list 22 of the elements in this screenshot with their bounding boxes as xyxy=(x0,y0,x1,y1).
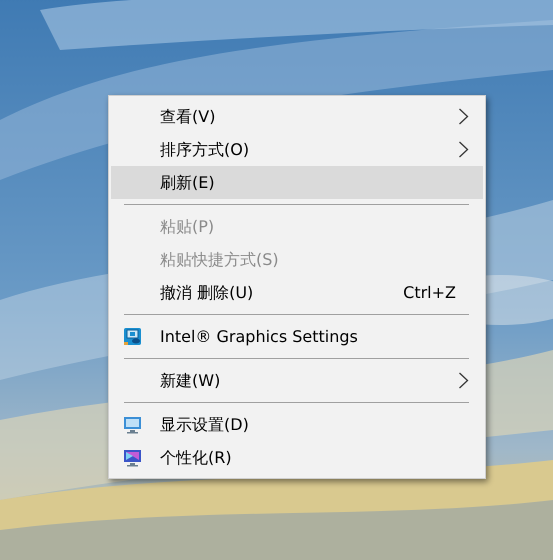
menu-item-label: 排序方式(O) xyxy=(160,138,250,160)
menu-item-label: 新建(W) xyxy=(160,370,220,392)
graphics-settings-icon xyxy=(123,327,142,346)
menu-item-label: 查看(V) xyxy=(160,106,216,128)
menu-item[interactable]: 个性化(R) xyxy=(111,441,483,474)
menu-item-label: Intel® Graphics Settings xyxy=(160,326,358,348)
menu-item[interactable]: 排序方式(O) xyxy=(111,133,483,166)
menu-item[interactable]: 查看(V) xyxy=(111,100,483,133)
menu-item-label: 显示设置(D) xyxy=(160,414,249,436)
menu-item-label: 粘贴(P) xyxy=(160,216,214,238)
menu-item[interactable]: 新建(W) xyxy=(111,364,483,397)
menu-item-label: 粘贴快捷方式(S) xyxy=(160,248,279,270)
menu-item-label: 刷新(E) xyxy=(160,172,215,194)
menu-item-label: 个性化(R) xyxy=(160,446,232,468)
monitor-icon xyxy=(123,415,142,434)
menu-item-label: 撤消 删除(U) xyxy=(160,282,254,304)
personalize-icon xyxy=(123,448,142,467)
menu-item[interactable]: 撤消 删除(U) Ctrl+Z xyxy=(111,276,483,309)
menu-item[interactable]: 显示设置(D) xyxy=(111,408,483,441)
shortcut-text: Ctrl+Z xyxy=(403,282,456,304)
menu-item[interactable]: Intel® Graphics Settings xyxy=(111,320,483,353)
menu-item[interactable]: 刷新(E) xyxy=(111,166,483,199)
